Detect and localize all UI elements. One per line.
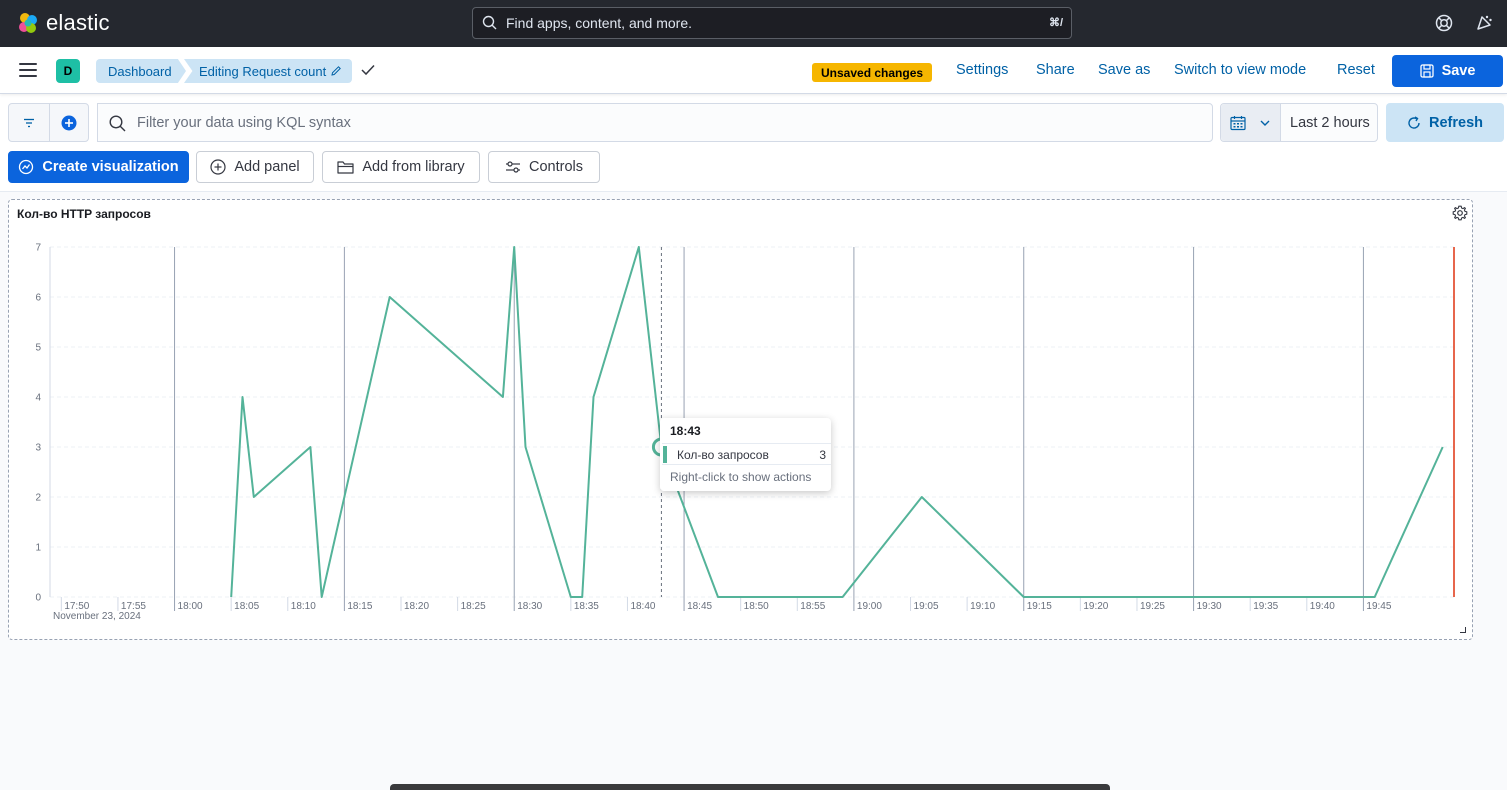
- x-tick-label: 18:15: [347, 601, 372, 612]
- os-dock: [390, 784, 1110, 790]
- tooltip-time: 18:43: [670, 424, 701, 438]
- tooltip-row: Кол-во запросов 3: [662, 443, 831, 465]
- x-date-label: November 23, 2024: [53, 611, 141, 622]
- tooltip-series-name: Кол-во запросов: [677, 448, 769, 462]
- x-tick-label: 18:05: [234, 601, 259, 612]
- x-tick-label: 18:20: [404, 601, 429, 612]
- x-tick-label: 18:50: [744, 601, 769, 612]
- x-tick-label: 19:40: [1310, 601, 1335, 612]
- x-tick-label: 19:45: [1366, 601, 1391, 612]
- x-tick-label: 18:45: [687, 601, 712, 612]
- x-tick-label: 19:30: [1197, 601, 1222, 612]
- y-tick-label: 6: [35, 293, 41, 304]
- y-tick-label: 5: [35, 343, 41, 354]
- y-tick-label: 2: [35, 493, 41, 504]
- series-line: [230, 246, 1444, 598]
- x-tick-label: 18:55: [800, 601, 825, 612]
- x-tick-label: 19:15: [1027, 601, 1052, 612]
- x-tick-label: 18:35: [574, 601, 599, 612]
- tooltip-series-swatch: [663, 446, 667, 463]
- x-tick-label: 19:05: [914, 601, 939, 612]
- y-tick-label: 4: [35, 393, 41, 404]
- tooltip-footer: Right-click to show actions: [670, 470, 812, 484]
- x-tick-label: 18:30: [517, 601, 542, 612]
- x-tick-label: 18:40: [630, 601, 655, 612]
- x-tick-label: 18:10: [291, 601, 316, 612]
- chart-tooltip: 18:43 Кол-во запросов 3 Right-click to s…: [660, 418, 831, 491]
- x-tick-label: 19:20: [1083, 601, 1108, 612]
- x-tick-label: 18:00: [178, 601, 203, 612]
- y-tick-label: 0: [35, 593, 41, 604]
- x-tick-label: 19:10: [970, 601, 995, 612]
- x-tick-label: 19:25: [1140, 601, 1165, 612]
- x-tick-label: 18:25: [461, 601, 486, 612]
- line-chart[interactable]: 01234567 17:50 17:55 18:00 18:05 18:10 18:15 1…: [0, 0, 1507, 640]
- x-tick-label: 19:00: [857, 601, 882, 612]
- x-tick-label: 19:35: [1253, 601, 1278, 612]
- y-tick-label: 7: [35, 243, 41, 254]
- y-tick-label: 3: [35, 443, 41, 454]
- y-tick-label: 1: [35, 543, 41, 554]
- tooltip-series-value: 3: [819, 448, 826, 462]
